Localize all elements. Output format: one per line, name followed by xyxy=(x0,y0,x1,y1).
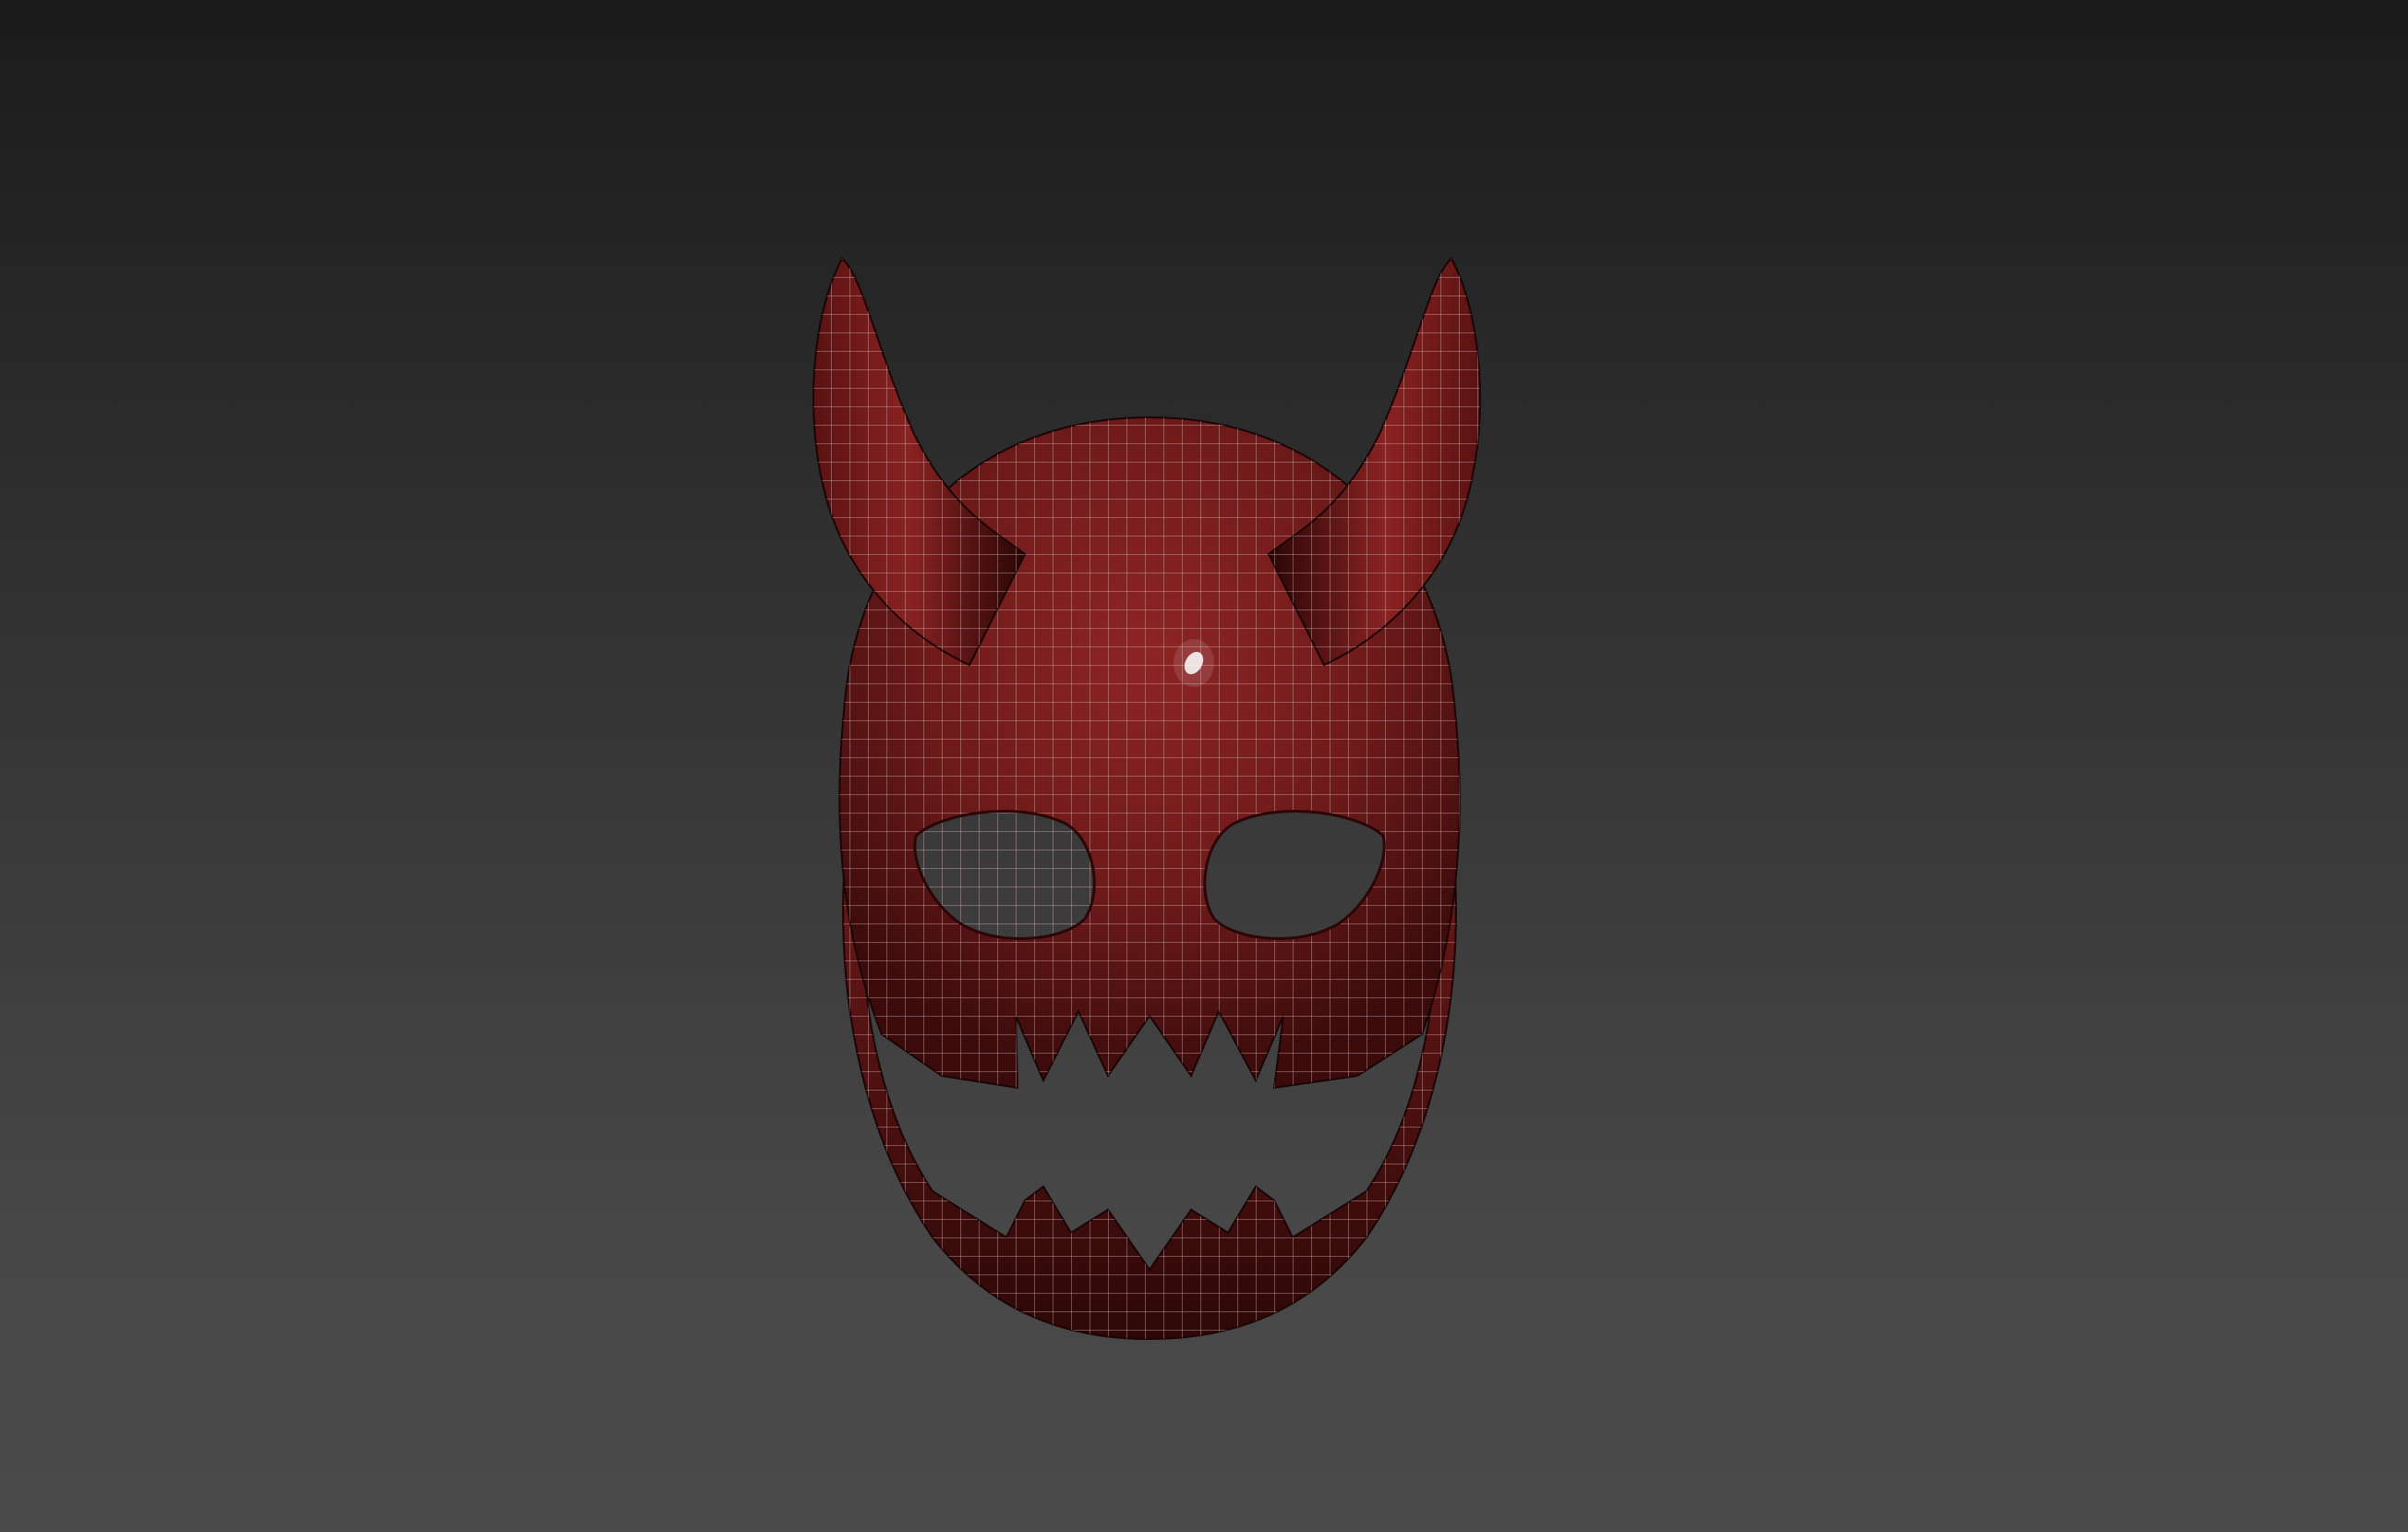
3d-viewport[interactable] xyxy=(0,0,2408,1532)
devil-mask-model[interactable] xyxy=(0,0,2408,1532)
